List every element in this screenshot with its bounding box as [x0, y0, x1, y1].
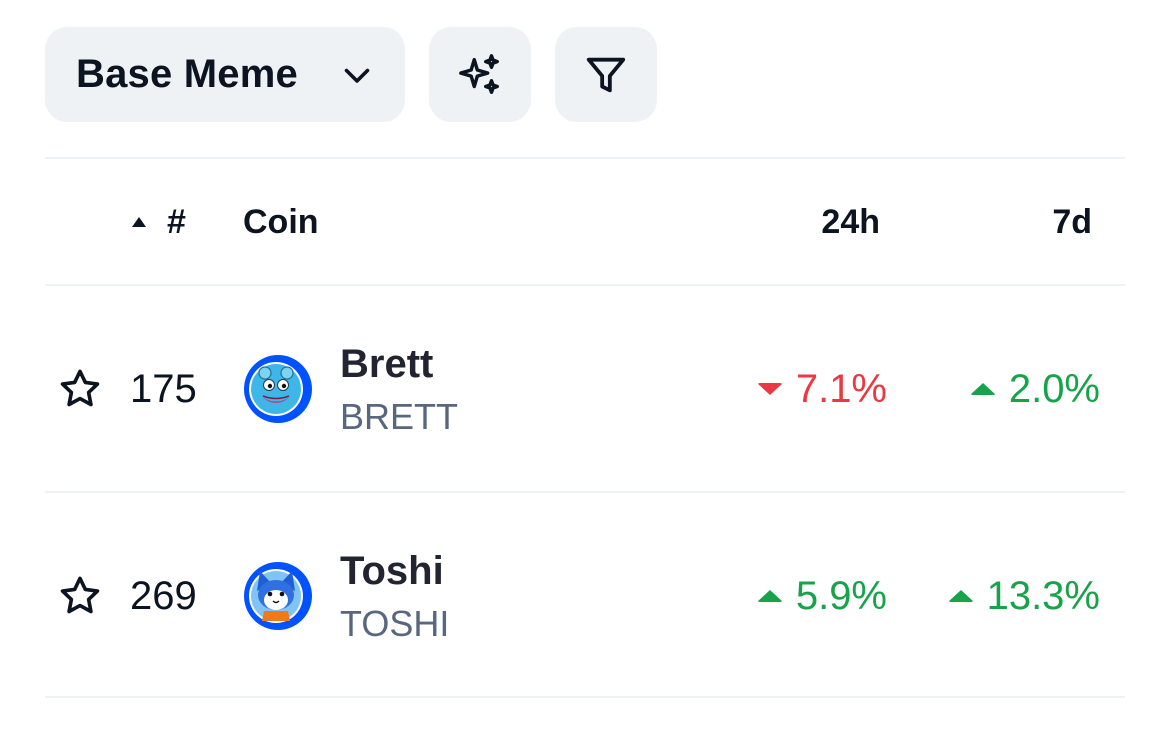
toshi-logo-icon: [243, 561, 313, 631]
change-24h-cell: 7.1%: [756, 286, 887, 492]
table-row[interactable]: 175 Brett BRETT 7.1% 2.0%: [45, 286, 1125, 492]
watchlist-star-icon[interactable]: [57, 573, 103, 624]
triangle-up-icon: [756, 590, 783, 602]
header-rank[interactable]: #: [167, 160, 186, 284]
change-24h-value: 5.9%: [795, 573, 887, 618]
filter-icon: [583, 52, 629, 98]
table-row[interactable]: 269 Toshi TOSHI 5.9% 13.3%: [45, 493, 1125, 699]
triangle-down-icon: [756, 383, 783, 395]
change-7d-cell: 2.0%: [969, 286, 1100, 492]
divider: [45, 696, 1125, 698]
coin-symbol: BRETT: [340, 396, 459, 437]
header-24h[interactable]: 24h: [821, 160, 880, 284]
coin-name[interactable]: Toshi: [340, 549, 444, 594]
coin-symbol: TOSHI: [340, 603, 450, 644]
coin-name[interactable]: Brett: [340, 342, 433, 387]
rank-cell: 269: [130, 574, 197, 618]
triangle-up-icon: [969, 383, 996, 395]
table-header: # Coin 24h 7d: [45, 160, 1125, 284]
change-7d-cell: 13.3%: [947, 493, 1100, 699]
change-7d-value: 2.0%: [1008, 366, 1100, 411]
divider: [45, 157, 1125, 159]
change-24h-cell: 5.9%: [756, 493, 887, 699]
category-label: Base Meme: [76, 52, 298, 96]
ai-sparkle-button[interactable]: [429, 27, 531, 122]
header-7d[interactable]: 7d: [1052, 160, 1092, 284]
change-24h-value: 7.1%: [795, 366, 887, 411]
change-7d-value: 13.3%: [986, 573, 1100, 618]
triangle-up-icon: [947, 590, 974, 602]
brett-logo-icon: [243, 354, 313, 424]
sparkle-icon: [457, 52, 503, 98]
rank-cell: 175: [130, 367, 197, 411]
filter-button[interactable]: [555, 27, 657, 122]
watchlist-star-icon[interactable]: [57, 366, 103, 417]
toolbar: Base Meme: [45, 27, 657, 122]
chevron-down-icon: [339, 57, 375, 93]
category-dropdown[interactable]: Base Meme: [45, 27, 405, 122]
header-coin[interactable]: Coin: [243, 160, 319, 284]
sort-ascending-icon[interactable]: [132, 217, 146, 227]
